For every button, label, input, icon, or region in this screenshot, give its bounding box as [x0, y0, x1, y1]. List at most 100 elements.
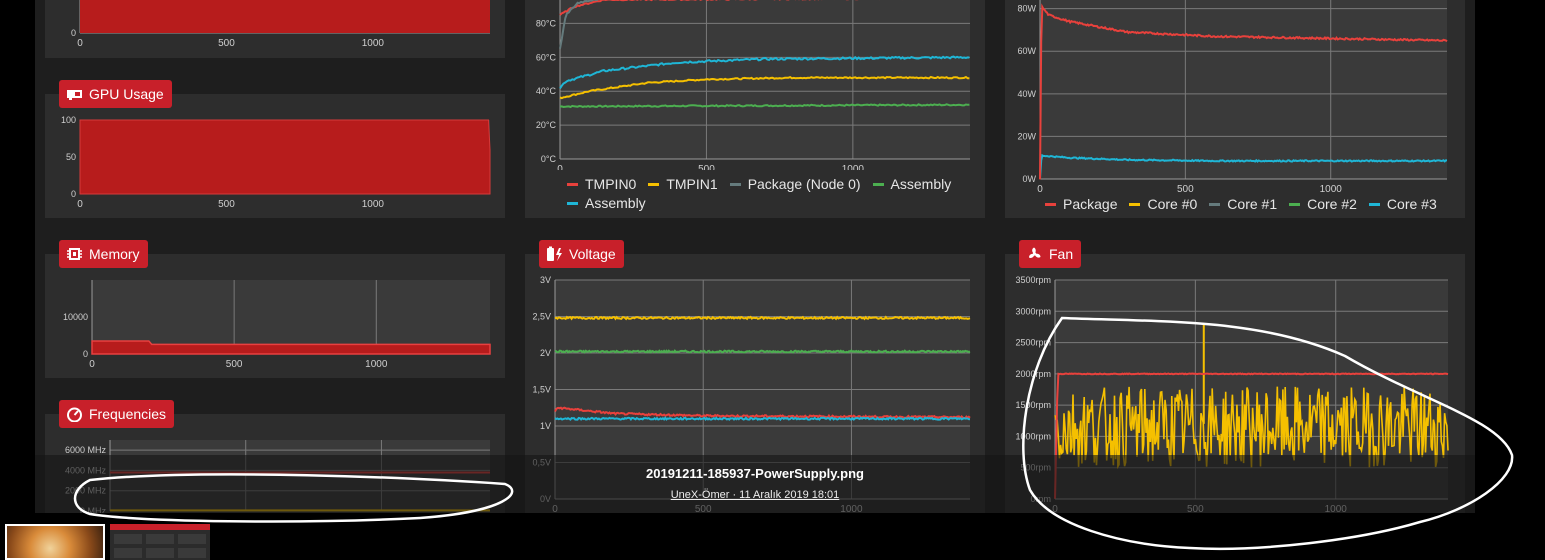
- gpu-usage-title-text: GPU Usage: [89, 86, 164, 102]
- legend-item[interactable]: Package (Node 0): [729, 176, 861, 192]
- speedometer-icon: [67, 407, 82, 422]
- power-chart: 0 500 1000 80W 60W 40W 20W 0W: [1017, 0, 1448, 195]
- y-tick-label: 2500rpm: [1015, 338, 1051, 348]
- y-tick-label: 3V: [540, 275, 551, 285]
- thumbnail-dashboard[interactable]: [110, 524, 210, 560]
- gpu-usage-area: [79, 119, 491, 195]
- legend-item[interactable]: Core #1: [1209, 196, 1277, 212]
- memory-chip-icon: [67, 248, 82, 260]
- legend-swatch: [1289, 202, 1301, 206]
- x-tick-label: 500: [698, 164, 715, 170]
- y-tick-label: 60°C: [536, 52, 557, 62]
- y-tick-label: 0°C: [541, 154, 557, 164]
- y-tick-label: 0: [71, 28, 76, 38]
- legend-swatch: [1129, 202, 1141, 206]
- thumbnail-strip: [0, 513, 1545, 560]
- y-tick-label: 60W: [1017, 46, 1036, 56]
- power-legend: Package Core #0 Core #1 Core #2 Core #3: [1045, 196, 1465, 212]
- gpu-usage-title: GPU Usage: [59, 80, 172, 108]
- y-tick-label: 1,5V: [532, 385, 551, 395]
- legend-item[interactable]: Assembly: [872, 176, 952, 192]
- thumbnail-block: [146, 548, 174, 558]
- x-tick-label: 0: [1037, 184, 1043, 195]
- memory-title-text: Memory: [89, 246, 140, 262]
- legend-label: Assembly: [585, 195, 646, 211]
- legend-label: Core #3: [1386, 196, 1437, 212]
- y-tick-label: 3500rpm: [1015, 275, 1051, 285]
- y-tick-label: 1000rpm: [1015, 431, 1051, 441]
- legend-item[interactable]: Assembly: [567, 195, 646, 211]
- image-author-date-link[interactable]: UneX-Ömer · 11 Aralık 2019 18:01: [35, 489, 1475, 501]
- legend-label: Core #2: [1307, 196, 1357, 212]
- legend-item[interactable]: TMPIN1: [648, 176, 718, 192]
- gpu-usage-panel: 0 500 1000 100 50 0: [45, 94, 505, 218]
- gpu-usage-chart: 0 500 1000100500: [61, 115, 491, 210]
- y-tick-label: 2V: [540, 348, 551, 358]
- y-tick-label: 2,5V: [532, 312, 551, 322]
- y-tick-label: 1V: [540, 421, 551, 431]
- voltage-title: Voltage: [539, 240, 624, 268]
- legend-swatch: [648, 182, 660, 186]
- y-tick-label: 2000rpm: [1015, 369, 1051, 379]
- legend-label: Core #1: [1227, 196, 1278, 212]
- legend-item[interactable]: TMPIN0: [567, 176, 636, 192]
- y-tick-label: 80W: [1017, 4, 1036, 14]
- x-tick-label: 0: [557, 164, 563, 170]
- x-tick-label: 0: [77, 38, 83, 49]
- legend-label: Core #0: [1147, 196, 1198, 212]
- image-caption-bar: 20191211-185937-PowerSupply.png UneX-Öme…: [35, 455, 1475, 513]
- temperature-chart: 0 500 1000 80°C 60°C 40°C 20°C 0°C: [536, 0, 970, 170]
- x-tick-label: 1000: [362, 199, 385, 210]
- legend-swatch: [1368, 202, 1380, 206]
- memory-panel: 0 500 1000 10000 0: [45, 254, 505, 378]
- x-tick-label: 1000: [362, 38, 385, 49]
- legend-label: TMPIN0: [585, 176, 637, 192]
- x-tick-label: 500: [1177, 184, 1194, 195]
- legend-item[interactable]: Core #0: [1129, 196, 1197, 212]
- plot-area: [92, 280, 490, 354]
- y-tick-label: 0: [83, 349, 88, 359]
- thumbnail-block: [178, 548, 206, 558]
- monitoring-dashboard: 0 500 1000 0 0 500 1000 100 50 0 GPU Usage 0 500 1…: [35, 0, 1475, 513]
- memory-chart: 0 500 1000 10000 0: [63, 280, 491, 370]
- power-panel: 0 500 1000 80W 60W 40W 20W 0W Package Core #0 Cor…: [1005, 0, 1465, 218]
- image-file-name: 20191211-185937-PowerSupply.png: [646, 466, 864, 481]
- y-tick-label: 6000 MHz: [65, 445, 107, 455]
- voltage-line-yellow: [554, 315, 971, 321]
- thumbnail-block: [146, 534, 174, 544]
- y-tick-label: 0W: [1023, 174, 1037, 184]
- x-tick-label: 1000: [842, 164, 865, 170]
- legend-item[interactable]: Core #2: [1289, 196, 1357, 212]
- voltage-title-text: Voltage: [569, 246, 616, 262]
- legend-swatch: [1209, 202, 1221, 206]
- y-tick-label: 0: [71, 189, 76, 199]
- voltage-line-cyan: [554, 416, 971, 422]
- x-tick-label: 500: [218, 38, 235, 49]
- y-tick-label: 20W: [1017, 131, 1036, 141]
- legend-swatch: [567, 182, 578, 186]
- y-tick-label: 10000: [63, 312, 88, 322]
- gpu-card-icon: [67, 90, 82, 100]
- x-tick-label: 500: [226, 359, 243, 370]
- legend-swatch: [729, 182, 741, 186]
- thumbnail-block: [178, 534, 206, 544]
- battery-bolt-icon: [547, 246, 562, 261]
- legend-item[interactable]: Core #3: [1368, 196, 1437, 212]
- frequencies-title: Frequencies: [59, 400, 175, 428]
- y-tick-label: 100: [61, 115, 76, 125]
- legend-swatch: [567, 201, 578, 205]
- x-tick-label: 1000: [365, 359, 388, 370]
- x-tick-label: 500: [218, 199, 235, 210]
- legend-label: Assembly: [890, 176, 952, 192]
- x-tick-label: 1000: [1320, 184, 1343, 195]
- y-tick-label: 50: [66, 152, 76, 162]
- memory-title: Memory: [59, 240, 148, 268]
- temperature-legend: TMPIN0 TMPIN1 Package (Node 0) Assembly Asse…: [567, 176, 967, 211]
- thumbnail-active[interactable]: [5, 524, 105, 560]
- thumbnail-block: [114, 534, 142, 544]
- fan-icon: [1029, 247, 1041, 258]
- legend-swatch: [1045, 202, 1056, 206]
- legend-item[interactable]: Package: [1045, 196, 1117, 212]
- x-tick-label: 0: [89, 359, 95, 370]
- cpu-usage-area: [80, 0, 490, 33]
